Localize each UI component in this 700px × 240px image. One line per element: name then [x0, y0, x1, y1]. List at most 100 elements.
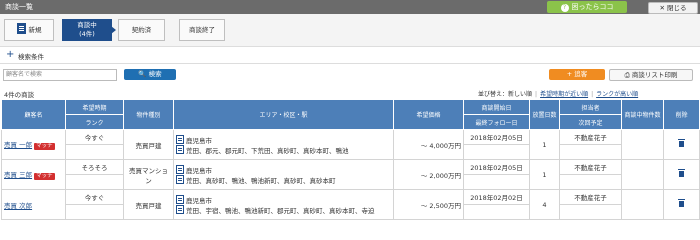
next-cell: [559, 204, 622, 220]
col-start-date[interactable]: 商談開始日: [463, 99, 530, 115]
plus-icon: +: [6, 49, 15, 60]
type-cell: 売買マンション: [123, 159, 174, 190]
trash-icon[interactable]: [678, 168, 685, 177]
col-price[interactable]: 希望価格: [393, 99, 464, 130]
days-cell: 1: [529, 159, 560, 190]
col-days[interactable]: 放置日数: [529, 99, 560, 130]
customer-cell: 売買 一郎 マッチ: [1, 129, 66, 160]
area-districts: 荒田、宇宿、鴨池、鴨池新町、郡元町、真砂町、真砂本町、寺迫: [186, 206, 375, 215]
table-row: 売買 次郎 今すぐ 売買戸建 鹿児島市 荒田、宇宿、鴨池、鴨池新町、郡元町、真砂…: [1, 189, 700, 220]
close-label: 閉じる: [667, 4, 687, 12]
city-icon: [176, 194, 184, 204]
sort-divider: |: [591, 91, 594, 98]
result-count: 4件の商談: [4, 91, 35, 99]
sort-label: 並び替え：: [478, 91, 509, 98]
staff-cell: 不動産花子: [559, 129, 622, 145]
district-icon: [176, 144, 184, 154]
status-steps: 新規 商談中 (4件) 契約済 商談終了: [0, 14, 700, 47]
table-row: 売買 三郎 マッチ そろそろ 売買マンション 鹿児島市 荒田、真砂町、鴨池、鴨池新…: [1, 159, 700, 190]
area-districts: 荒田、真砂町、鴨池、鴨池新町、真砂町、真砂本町: [186, 176, 336, 185]
sort-by-timing[interactable]: 希望時期が近い順: [540, 91, 588, 98]
table-row: 売買 一郎 マッチ 今すぐ 売買戸建 鹿児島市 荒田、郡元、郡元町、下荒田、真砂町…: [1, 129, 700, 160]
follow-date-cell: [463, 144, 530, 160]
sort-newest[interactable]: 新しい順: [508, 91, 532, 98]
area-districts: 荒田、郡元、郡元町、下荒田、真砂町、真砂本町、鴨池: [186, 146, 349, 155]
col-area[interactable]: エリア・校区・駅: [173, 99, 394, 130]
col-customer[interactable]: 顧客名: [1, 99, 66, 130]
search-conditions-toggle[interactable]: + 検索条件: [0, 47, 700, 64]
deals-table: 顧客名 希望時期 物件種別 エリア・校区・駅 希望価格 商談開始日 放置日数 担…: [1, 99, 700, 220]
days-cell: 4: [529, 189, 560, 220]
props-cell: [621, 129, 664, 160]
help-button[interactable]: ? 困ったらココ: [547, 1, 627, 13]
sort-by-rank[interactable]: ランクが高い順: [596, 91, 638, 98]
step-negotiating[interactable]: 商談中 (4件): [62, 19, 112, 41]
staff-cell: 不動産花子: [559, 189, 622, 205]
match-badge: マッチ: [34, 173, 55, 180]
staff-cell: 不動産花子: [559, 159, 622, 175]
step-negotiating-label: 商談中: [77, 21, 97, 29]
print-list-button[interactable]: ⎙ 商談リスト印刷: [609, 69, 693, 81]
customer-name-link[interactable]: 売買 次郎: [4, 202, 32, 210]
col-staff[interactable]: 担当者: [559, 99, 622, 115]
question-icon: ?: [560, 4, 569, 12]
props-cell: [621, 189, 664, 220]
price-cell: ～ 2,500万円: [393, 189, 464, 220]
step-closed[interactable]: 商談終了: [179, 19, 225, 41]
col-next[interactable]: 次回予定: [559, 114, 622, 130]
rank-cell: [65, 174, 124, 190]
col-timing[interactable]: 希望時期: [65, 99, 124, 115]
follow-date-cell: [463, 174, 530, 190]
price-cell: ～ 4,000万円: [393, 129, 464, 160]
print-icon: ⎙: [624, 71, 632, 79]
area-cell: 鹿児島市 荒田、真砂町、鴨池、鴨池新町、真砂町、真砂本町: [173, 159, 394, 190]
search-icon: 🔍: [138, 70, 149, 78]
customer-cell: 売買 三郎 マッチ: [1, 159, 66, 190]
area-city: 鹿児島市: [186, 136, 212, 145]
col-type[interactable]: 物件種別: [123, 99, 174, 130]
search-button-label: 検索: [148, 70, 162, 78]
customer-name-link[interactable]: 売買 一郎: [4, 141, 32, 149]
add-follow-button[interactable]: + 追客: [549, 69, 605, 80]
area-cell: 鹿児島市 荒田、宇宿、鴨池、鴨池新町、郡元町、真砂町、真砂本町、寺迫: [173, 189, 394, 220]
area-city: 鹿児島市: [186, 166, 212, 175]
step-arrow-icon: [111, 26, 116, 34]
district-icon: [176, 174, 184, 184]
col-rank[interactable]: ランク: [65, 114, 124, 130]
rank-cell: [65, 144, 124, 160]
rank-cell: [65, 204, 124, 220]
search-input[interactable]: 顧客名で検索: [3, 69, 117, 81]
page-title: 商談一覧: [5, 3, 33, 11]
search-button[interactable]: 🔍 検索: [124, 69, 176, 80]
customer-name-link[interactable]: 売買 三郎: [4, 171, 32, 179]
timing-cell: 今すぐ: [65, 189, 124, 205]
table-header-row: 顧客名 希望時期 物件種別 エリア・校区・駅 希望価格 商談開始日 放置日数 担…: [1, 99, 700, 130]
timing-cell: そろそろ: [65, 159, 124, 175]
sort-bar: 並び替え：新しい順 | 希望時期が近い順 | ランクが高い順: [478, 89, 638, 98]
price-cell: ～ 2,000万円: [393, 159, 464, 190]
step-closed-label: 商談終了: [189, 26, 215, 34]
props-cell: [621, 159, 664, 190]
start-date-cell: 2018年02月05日: [463, 129, 530, 145]
delete-cell: [663, 129, 700, 160]
type-cell: 売買戸建: [123, 129, 174, 160]
district-icon: [176, 204, 184, 214]
close-button[interactable]: ✕ 閉じる: [648, 2, 698, 14]
start-date-cell: 2018年02月05日: [463, 159, 530, 175]
follow-date-cell: [463, 204, 530, 220]
add-follow-label: 追客: [574, 70, 588, 78]
close-icon: ✕: [659, 4, 667, 12]
step-new[interactable]: 新規: [4, 19, 54, 41]
next-cell: [559, 144, 622, 160]
col-props[interactable]: 商談中物件数: [621, 99, 664, 130]
delete-cell: [663, 159, 700, 190]
timing-cell: 今すぐ: [65, 129, 124, 145]
print-list-label: 商談リスト印刷: [631, 71, 678, 79]
col-follow-date[interactable]: 最終フォロー日: [463, 114, 530, 130]
search-conditions-label: 検索条件: [18, 53, 44, 61]
days-cell: 1: [529, 129, 560, 160]
col-delete: 削除: [663, 99, 700, 130]
step-contracted[interactable]: 契約済: [118, 19, 165, 41]
trash-icon[interactable]: [678, 198, 685, 207]
trash-icon[interactable]: [678, 138, 685, 147]
